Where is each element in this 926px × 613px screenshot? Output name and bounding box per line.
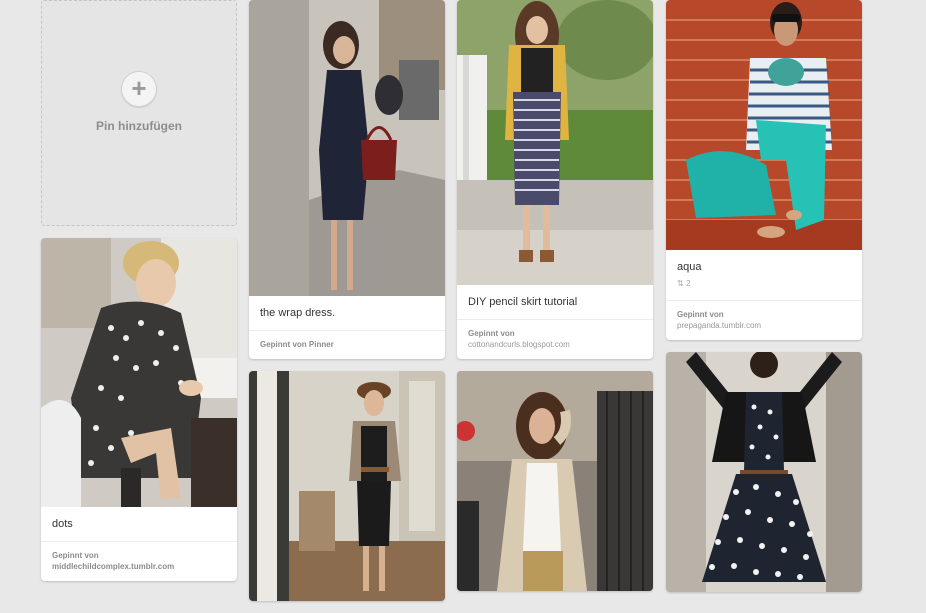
pin-image-beige-cardigan[interactable] — [457, 371, 653, 591]
pin-image-wrap-dress[interactable] — [249, 0, 445, 296]
pin-image-dots[interactable] — [41, 238, 237, 507]
pin-card-cardigan-look[interactable] — [249, 371, 445, 601]
pinned-by-label: Gepinnt von — [52, 551, 99, 560]
pin-description: DIY pencil skirt tutorial — [468, 296, 578, 308]
add-pin-label: Pin hinzufügen — [96, 119, 182, 133]
pin-photo-pencil-skirt — [457, 0, 653, 285]
pinned-by-label: Gepinnt von — [677, 310, 724, 319]
pin-attribution: Gepinnt von middlechildcomplex.tumblr.co… — [41, 541, 237, 581]
pin-photo-beige-cardigan — [457, 371, 653, 591]
pin-image-cardigan-look[interactable] — [249, 371, 445, 601]
pin-source-link[interactable]: cottonandcurls.blogspot.com — [468, 340, 570, 349]
pin-photo-cardigan-look — [249, 371, 445, 601]
repin-count-value: 2 — [685, 279, 691, 288]
add-pin-button[interactable]: + Pin hinzufügen — [41, 0, 237, 226]
pin-attribution: Gepinnt von cottonandcurls.blogspot.com — [457, 319, 653, 359]
repin-count: ⇅ 2 — [677, 277, 851, 290]
pin-photo-polka-dress — [666, 352, 862, 592]
column-3: DIY pencil skirt tutorial Gepinnt von co… — [457, 0, 653, 603]
pin-description: the wrap dress. — [260, 307, 336, 319]
pin-card-dots[interactable]: dots Gepinnt von middlechildcomplex.tumb… — [41, 238, 237, 581]
pin-card-pencil-skirt[interactable]: DIY pencil skirt tutorial Gepinnt von co… — [457, 0, 653, 359]
pin-photo-wrap-dress — [249, 0, 445, 296]
plus-icon: + — [121, 71, 157, 107]
pinned-by-label: Gepinnt von — [468, 329, 515, 338]
pin-card-beige-cardigan[interactable] — [457, 371, 653, 591]
pin-image-aqua[interactable] — [666, 0, 862, 250]
pin-photo-dots — [41, 238, 237, 507]
pin-description: dots — [52, 518, 73, 530]
pin-image-polka-dress[interactable] — [666, 352, 862, 592]
pin-card-polka-dress[interactable] — [666, 352, 862, 592]
column-1: + Pin hinzufügen dots Gepinnt von middle… — [41, 0, 237, 593]
pin-card-wrap-dress[interactable]: the wrap dress. Gepinnt von Pinner — [249, 0, 445, 359]
pin-attribution: Gepinnt von Pinner — [249, 330, 445, 359]
pin-card-aqua[interactable]: aqua ⇅ 2 Gepinnt von prepaganda.tumblr.c… — [666, 0, 862, 340]
pin-description-text: aqua — [677, 261, 702, 273]
repin-icon: ⇅ — [677, 279, 684, 288]
pin-image-pencil-skirt[interactable] — [457, 0, 653, 285]
pin-source-link[interactable]: prepaganda.tumblr.com — [677, 321, 761, 330]
column-2: the wrap dress. Gepinnt von Pinner — [249, 0, 445, 613]
pin-description: aqua ⇅ 2 — [666, 250, 862, 300]
column-4: aqua ⇅ 2 Gepinnt von prepaganda.tumblr.c… — [666, 0, 862, 604]
pin-attribution: Gepinnt von prepaganda.tumblr.com — [666, 300, 862, 340]
pinned-by-label: Gepinnt von Pinner — [260, 340, 334, 349]
pin-source-link[interactable]: middlechildcomplex.tumblr.com — [52, 562, 174, 571]
pin-photo-aqua — [666, 0, 862, 250]
